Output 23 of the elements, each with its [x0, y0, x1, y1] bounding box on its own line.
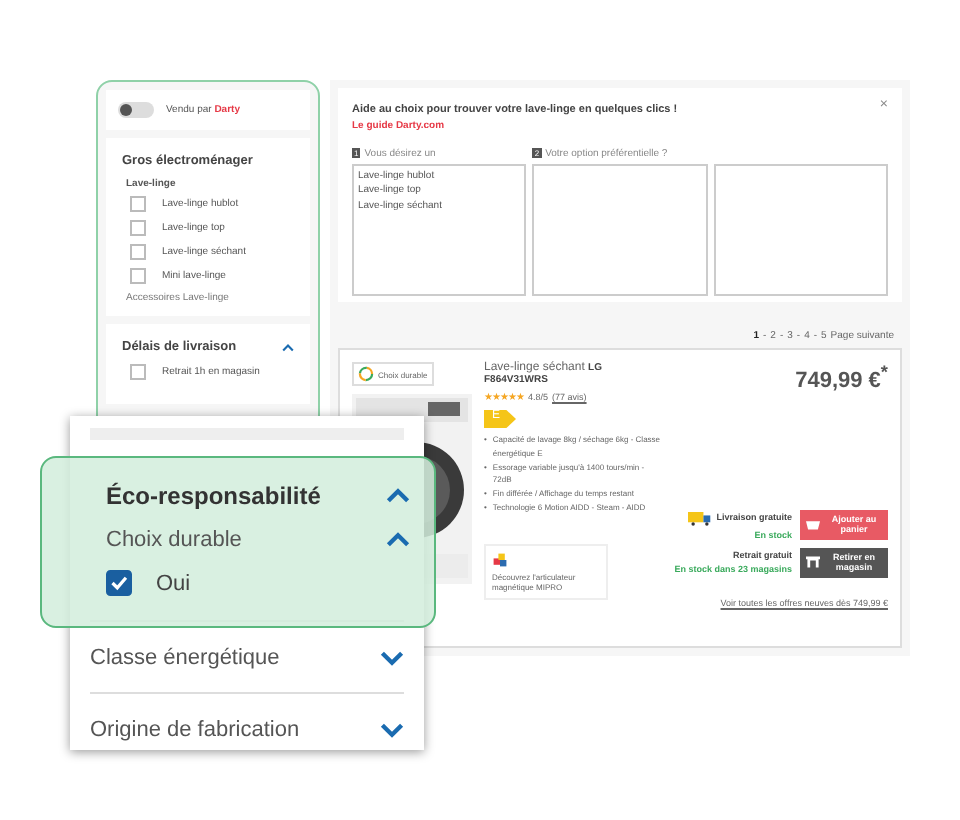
toggle-switch[interactable] [118, 102, 154, 118]
subsection-title: Choix durable [106, 528, 242, 552]
chevron-down-icon[interactable] [380, 721, 404, 737]
filter-title[interactable]: Classe énergétique [90, 645, 280, 669]
ring-icon [358, 366, 374, 382]
checkbox[interactable] [130, 244, 146, 260]
section-title: Éco-responsabilité [106, 482, 321, 510]
chevron-up-icon[interactable] [386, 488, 410, 504]
store-icon [806, 556, 820, 569]
chevron-down-icon[interactable] [380, 649, 404, 665]
checkbox[interactable] [130, 364, 146, 380]
chevron-up-icon[interactable] [386, 532, 410, 548]
checkbox[interactable] [130, 220, 146, 236]
filter-title[interactable]: Origine de fabrication [90, 717, 300, 741]
basket-icon [806, 518, 820, 531]
truck-icon [688, 509, 713, 526]
checkbox[interactable] [130, 268, 146, 284]
option-label[interactable]: Oui [156, 571, 191, 595]
checkbox[interactable] [130, 196, 146, 212]
checkbox[interactable] [106, 570, 132, 596]
cubes-icon [492, 551, 508, 568]
chevron-up-icon[interactable] [282, 343, 294, 351]
product-price: 749,99 €$^{*}$ [795, 362, 888, 394]
